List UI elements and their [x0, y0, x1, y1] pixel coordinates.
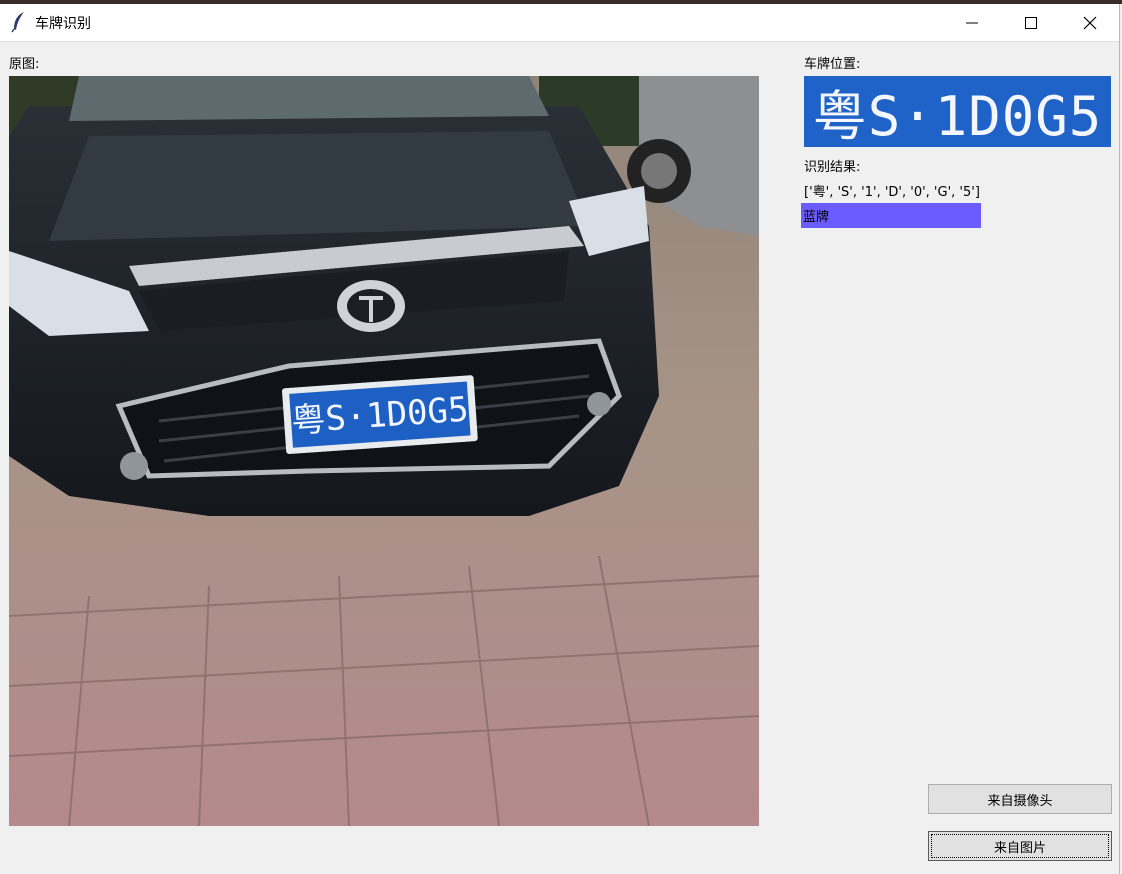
recognized-chars: ['粤', 'S', '1', 'D', '0', 'G', '5']: [804, 185, 980, 200]
plate-position-label: 车牌位置:: [804, 57, 861, 72]
original-image: 粤S·1D0G5: [9, 76, 759, 826]
minimize-button[interactable]: [944, 4, 1000, 41]
car-photo: 粤S·1D0G5: [9, 76, 759, 826]
plate-crop-image: 粤S·1D0G5: [804, 76, 1111, 147]
from-camera-button[interactable]: 来自摄像头: [928, 784, 1112, 814]
maximize-icon: [1025, 16, 1037, 29]
window-title: 车牌识别: [35, 16, 91, 32]
minimize-icon: [966, 22, 978, 23]
original-image-label: 原图:: [9, 57, 40, 72]
title-bar[interactable]: 车牌识别: [0, 4, 1119, 42]
plate-crop-text: 粤S·1D0G5: [812, 85, 1103, 147]
app-window: 车牌识别 原图: 粤S·1D0G5 车牌位置: 粤S·1D0G5 识别结果: […: [0, 4, 1120, 874]
close-icon: [1083, 16, 1097, 29]
feather-icon: [11, 12, 24, 33]
result-title-label: 识别结果:: [804, 160, 861, 175]
plate-color-badge: 蓝牌: [801, 203, 981, 228]
maximize-button[interactable]: [1003, 4, 1059, 41]
close-button[interactable]: [1062, 4, 1118, 41]
from-picture-button[interactable]: 来自图片: [928, 831, 1112, 861]
